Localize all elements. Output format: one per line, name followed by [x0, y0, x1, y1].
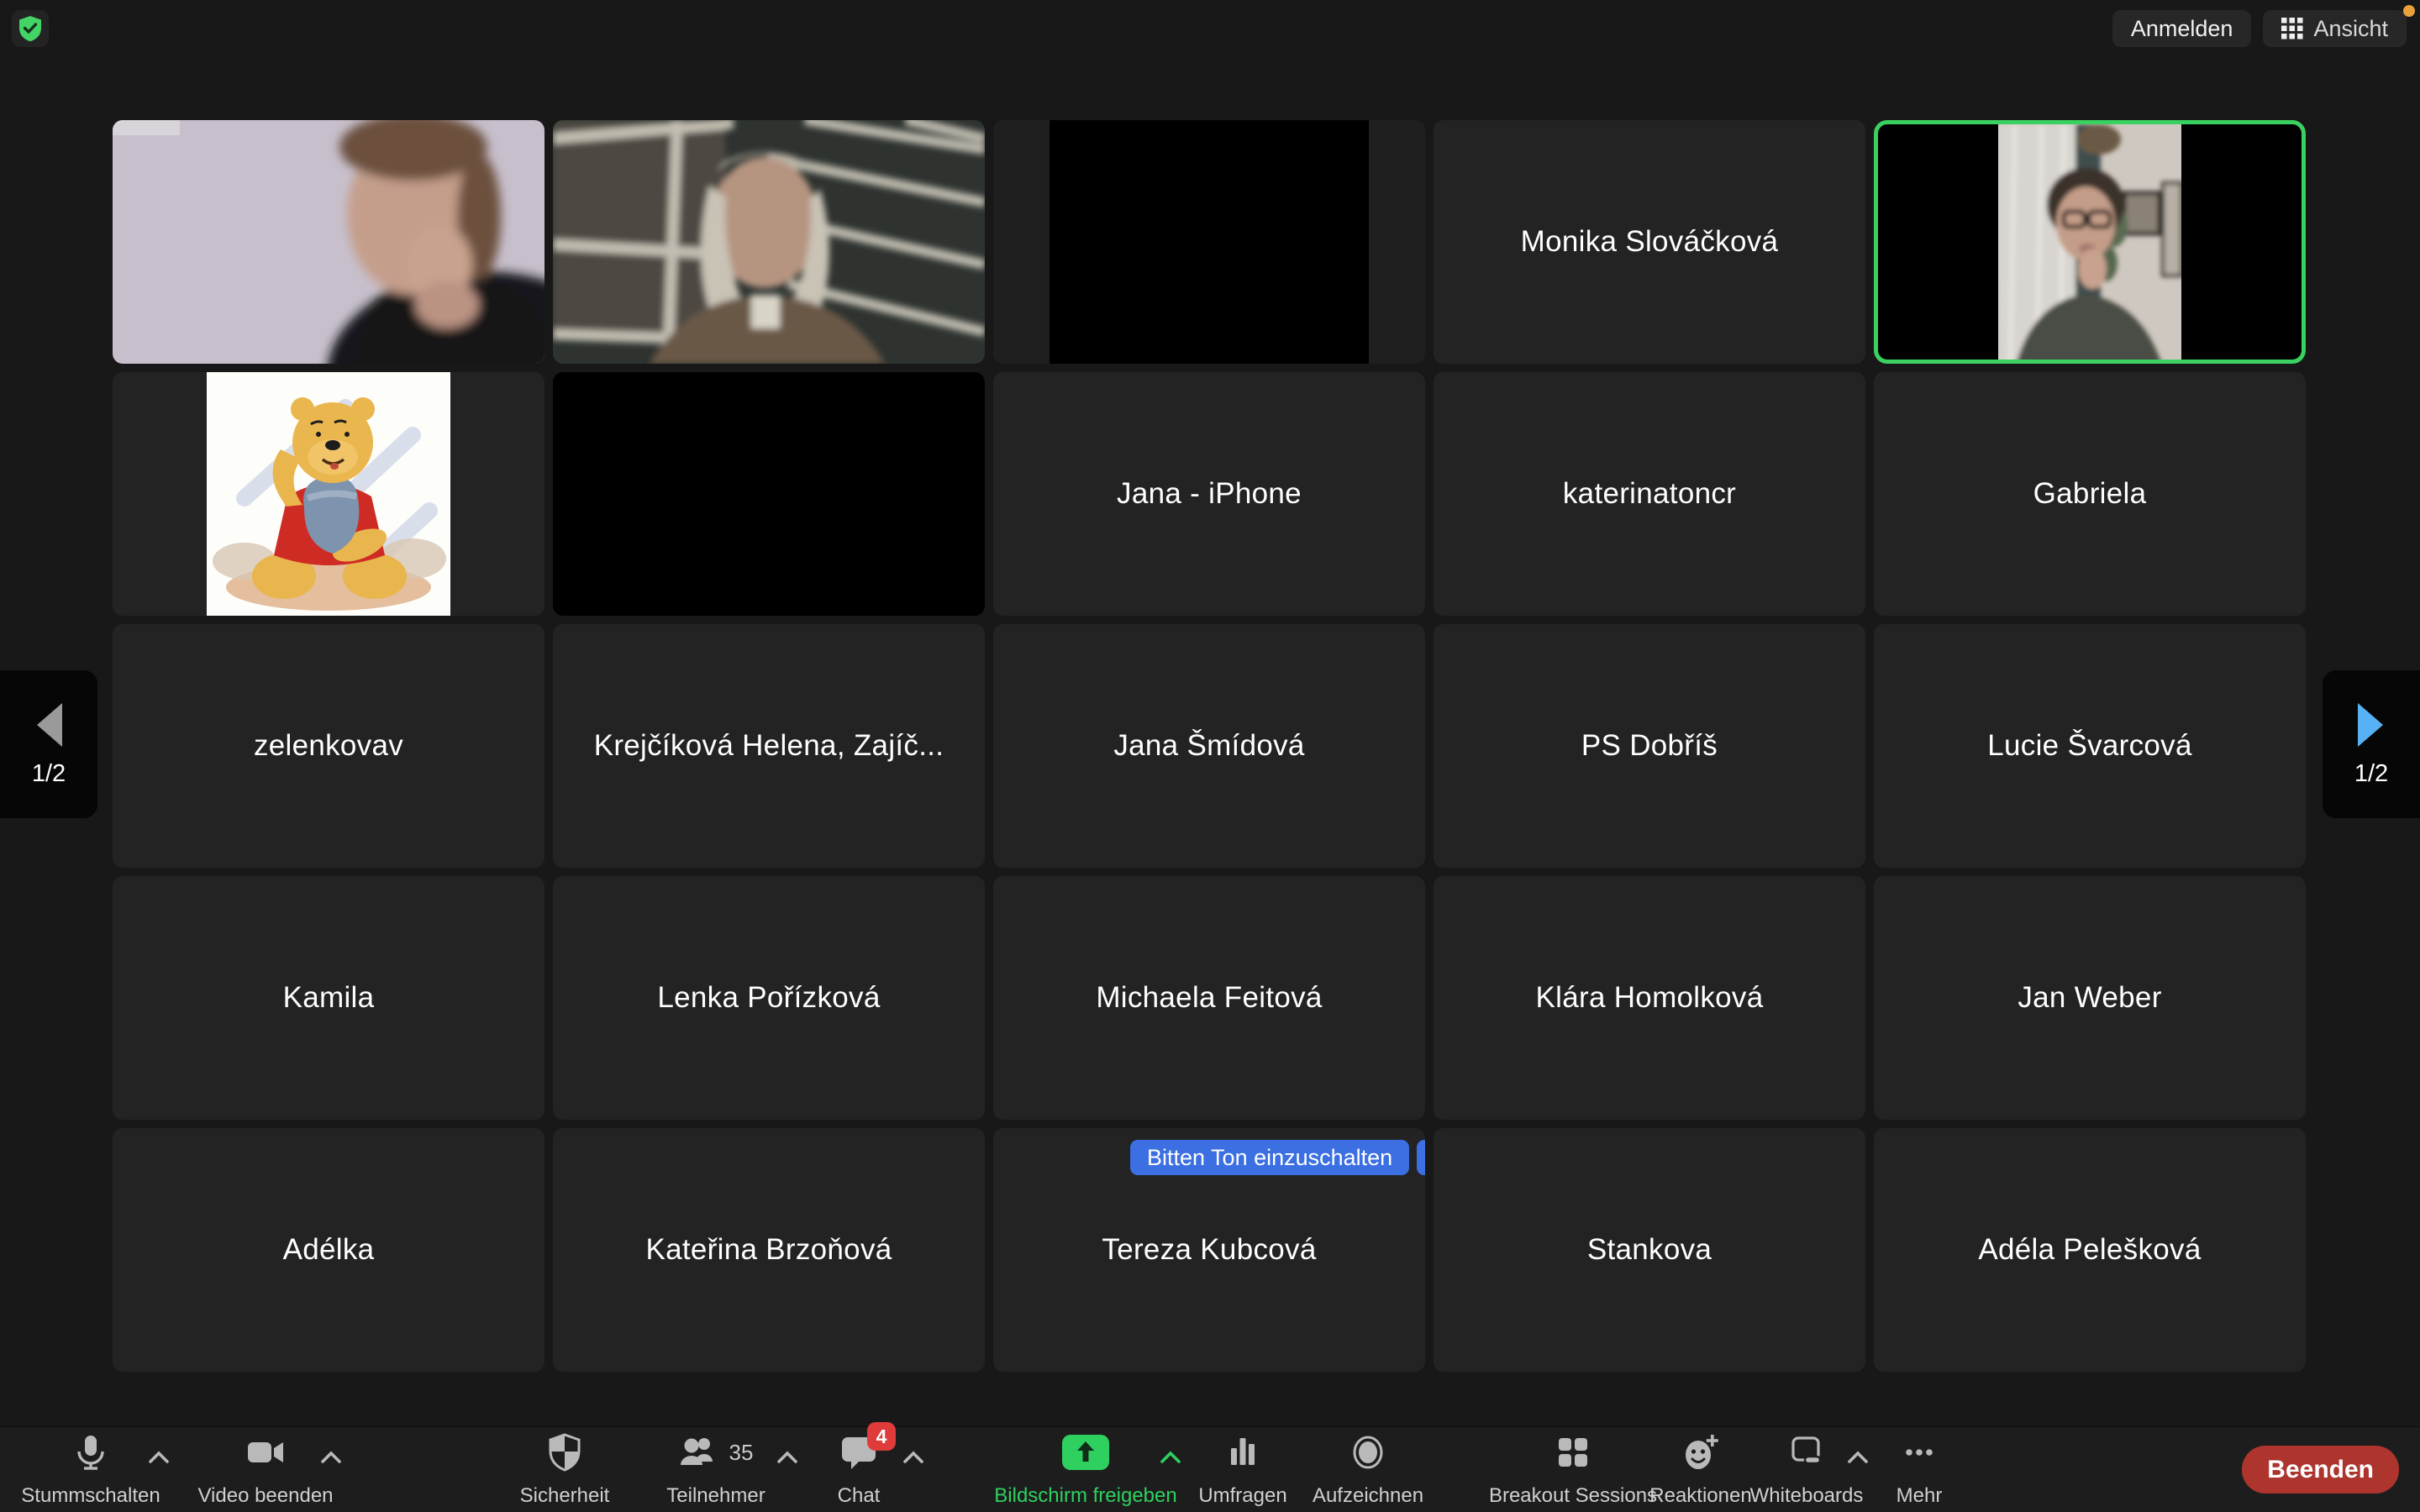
- security-status-button[interactable]: [12, 10, 49, 47]
- participant-tile[interactable]: Lenka Pořízková: [553, 876, 985, 1120]
- participant-name: Jan Weber: [2018, 981, 2161, 1015]
- participant-tile[interactable]: Stankova: [1434, 1128, 1865, 1372]
- participant-name: PS Dobříš: [1581, 729, 1718, 763]
- participant-name: Gabriela: [2033, 477, 2147, 511]
- participant-tile-video[interactable]: [553, 372, 985, 616]
- participant-tile[interactable]: Klára Homolková: [1434, 876, 1865, 1120]
- participant-tile-video[interactable]: [553, 120, 985, 364]
- participant-grid: Monika Slováčková: [113, 120, 2306, 1372]
- chat-options-caret-icon[interactable]: [902, 1451, 924, 1468]
- participant-name: Lenka Pořízková: [657, 981, 880, 1015]
- participant-name: Monika Slováčková: [1521, 225, 1779, 259]
- participant-name: Lucie Švarcová: [1987, 729, 2192, 763]
- video-old-man-window: [553, 120, 985, 364]
- ellipsis-icon: [1901, 1432, 1938, 1473]
- participant-name: katerinatoncr: [1563, 477, 1736, 511]
- grid-view-icon: [2281, 18, 2303, 39]
- toolbar-label: Chat: [838, 1484, 881, 1509]
- page-indicator: 1/2: [32, 760, 66, 788]
- participant-tile[interactable]: katerinatoncr: [1434, 372, 1865, 616]
- chat-unread-badge: 4: [867, 1422, 896, 1451]
- toolbar-video-button[interactable]: Video beenden: [156, 1432, 375, 1509]
- participant-tile[interactable]: Jan Weber: [1874, 876, 2306, 1120]
- record-circle-icon: [1349, 1432, 1387, 1473]
- video-woman-glasses: [1998, 124, 2181, 364]
- triangle-right-icon: [2356, 701, 2386, 748]
- participant-tile[interactable]: Jana - iPhone: [993, 372, 1425, 616]
- participant-tile[interactable]: Monika Slováčková: [1434, 120, 1865, 364]
- participant-tile[interactable]: Gabriela: [1874, 372, 2306, 616]
- participant-tile[interactable]: Jana Šmídová: [993, 624, 1425, 868]
- participant-name: Michaela Feitová: [1096, 981, 1322, 1015]
- participant-tile[interactable]: Kamila: [113, 876, 544, 1120]
- toolbar-label: Stummschalten: [21, 1484, 160, 1509]
- signin-button[interactable]: Anmelden: [2112, 10, 2252, 47]
- video-camera-icon: [245, 1432, 286, 1473]
- bar-chart-icon: [1226, 1432, 1260, 1473]
- participant-name: Krejčíková Helena, Zajíč...: [594, 729, 944, 763]
- view-button[interactable]: Ansicht: [2263, 10, 2407, 47]
- previous-page-button[interactable]: 1/2: [0, 670, 97, 818]
- participant-name: Adéla Pelešková: [1978, 1233, 2201, 1267]
- participant-tile[interactable]: Adélka: [113, 1128, 544, 1372]
- meeting-toolbar: Stummschalten Video beenden: [0, 1426, 2420, 1512]
- participant-name: Klára Homolková: [1536, 981, 1764, 1015]
- microphone-icon: [72, 1432, 109, 1473]
- participant-tile-image[interactable]: [113, 372, 544, 616]
- winnie-the-pooh-image: [207, 372, 450, 616]
- toolbar-label: Mehr: [1897, 1484, 1943, 1509]
- shield-check-icon: [18, 15, 43, 42]
- chat-bubble-icon: 4: [840, 1432, 877, 1473]
- participant-tile-video[interactable]: [113, 120, 544, 364]
- participant-tile[interactable]: PS Dobříš: [1434, 624, 1865, 868]
- people-icon: [679, 1435, 721, 1470]
- participant-tile-active-speaker[interactable]: [1874, 120, 2306, 364]
- grid-2x2-icon: [1555, 1432, 1591, 1473]
- participant-name: Kamila: [283, 981, 375, 1015]
- shield-quadrant-icon: [547, 1432, 582, 1473]
- participant-name: Kateřina Brzoňová: [645, 1233, 892, 1267]
- video-options-caret-icon[interactable]: [320, 1451, 342, 1468]
- view-button-label: Ansicht: [2313, 16, 2388, 42]
- participant-name: Adélka: [283, 1233, 375, 1267]
- zoom-meeting-window: Anmelden Ansicht: [0, 0, 2420, 1512]
- triangle-left-icon: [34, 701, 64, 748]
- page-indicator: 1/2: [2354, 760, 2388, 788]
- participant-tile[interactable]: zelenkovav: [113, 624, 544, 868]
- participant-name: Jana Šmídová: [1113, 729, 1304, 763]
- participant-tile[interactable]: Lucie Švarcová: [1874, 624, 2306, 868]
- toolbar-label: Aufzeichnen: [1313, 1484, 1423, 1509]
- video-woman-closeup: [113, 120, 544, 364]
- ask-unmute-more-button[interactable]: …: [1417, 1140, 1425, 1175]
- participant-tile[interactable]: Michaela Feitová: [993, 876, 1425, 1120]
- black-video-feed: [1050, 120, 1369, 364]
- participant-name: Tereza Kubcová: [1102, 1233, 1316, 1267]
- end-meeting-button[interactable]: Beenden: [2242, 1446, 2399, 1494]
- participant-tile-video[interactable]: [993, 120, 1425, 364]
- ask-unmute-button[interactable]: Bitten Ton einzuschalten: [1130, 1140, 1409, 1175]
- toolbar-label: Sicherheit: [520, 1484, 610, 1509]
- toolbar-record-button[interactable]: Aufzeichnen: [1259, 1432, 1477, 1509]
- participant-tile[interactable]: Bitten Ton einzuschalten … Tereza Kubcov…: [993, 1128, 1425, 1372]
- toolbar-chat-button[interactable]: 4 Chat: [750, 1432, 968, 1509]
- participant-name: Stankova: [1587, 1233, 1712, 1267]
- toolbar-label: Video beenden: [197, 1484, 333, 1509]
- notification-dot: [2403, 5, 2415, 17]
- next-page-button[interactable]: 1/2: [2323, 670, 2420, 818]
- share-screen-icon: [1061, 1432, 1110, 1473]
- participant-name: Jana - iPhone: [1117, 477, 1302, 511]
- participant-tile[interactable]: Kateřina Brzoňová: [553, 1128, 985, 1372]
- participant-tile[interactable]: Krejčíková Helena, Zajíč...: [553, 624, 985, 868]
- participant-name: zelenkovav: [254, 729, 403, 763]
- toolbar-more-button[interactable]: Mehr: [1810, 1432, 2028, 1509]
- participant-tile[interactable]: Adéla Pelešková: [1874, 1128, 2306, 1372]
